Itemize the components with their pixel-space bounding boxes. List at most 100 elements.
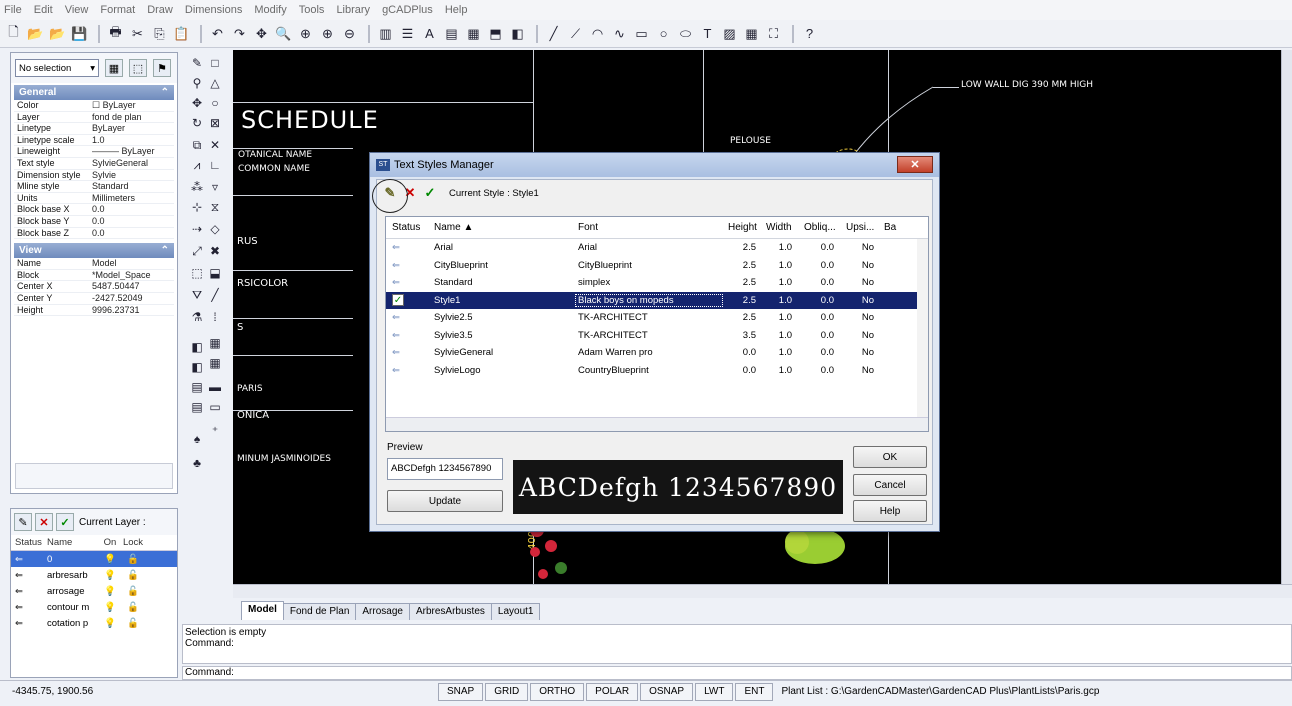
zoom-out-icon[interactable]: ⊖ (340, 24, 359, 43)
property-value[interactable]: Millimeters (89, 193, 174, 204)
scale-icon[interactable]: ⧖ (206, 198, 224, 216)
menu-tools[interactable]: Tools (299, 4, 325, 16)
property-row[interactable]: Units Millimeters (14, 193, 174, 205)
dropper-icon[interactable]: ⚗ (188, 308, 206, 326)
property-row[interactable]: Linetype scale 1.0 (14, 135, 174, 147)
new-layer-icon[interactable]: ✎ (14, 513, 32, 531)
zoom-in-icon[interactable]: ⊕ (318, 24, 337, 43)
line-icon[interactable]: ╱ (544, 24, 563, 43)
dots-icon[interactable]: ⁞ (206, 308, 224, 326)
ellipse-icon[interactable]: ⊠ (206, 114, 224, 132)
col-width[interactable]: Width (760, 222, 798, 233)
status-osnap-button[interactable]: OSNAP (640, 682, 694, 701)
polyline-icon[interactable]: ⟋ (566, 24, 585, 43)
property-value[interactable]: 9996.23731 (89, 305, 174, 316)
angle-icon[interactable]: ∟ (206, 156, 224, 174)
property-value[interactable]: -2427.52049 (89, 293, 174, 304)
property-row[interactable]: Center X 5487.50447 (14, 281, 174, 293)
property-value[interactable]: SylvieGeneral (89, 158, 174, 169)
lightbulb-icon[interactable]: 💡 (99, 602, 121, 613)
select-objects-icon[interactable]: ⬚ (129, 59, 147, 77)
style-row[interactable]: ⇐ Arial Arial 2.5 1.0 0.0 No (386, 239, 928, 257)
style-row[interactable]: ⇐ CityBlueprint CityBlueprint 2.5 1.0 0.0 No (386, 257, 928, 275)
vertical-scrollbar[interactable] (1281, 50, 1292, 584)
lock-icon[interactable]: 🔓 (121, 586, 145, 597)
copy-icon[interactable]: ⎘ (150, 24, 169, 43)
lightbulb-icon[interactable]: 💡 (99, 586, 121, 597)
property-value[interactable]: 0.0 (89, 204, 174, 215)
brush-icon[interactable]: ╱ (206, 286, 224, 304)
property-row[interactable]: Name Model (14, 258, 174, 270)
tag-icon[interactable]: ⁺ (206, 422, 224, 440)
trim-icon[interactable]: ⊹ (188, 198, 206, 216)
property-value[interactable]: 5487.50447 (89, 281, 174, 292)
property-row[interactable]: Layer fond de plan (14, 112, 174, 124)
quick-select-icon[interactable]: ▦ (105, 59, 123, 77)
style-row[interactable]: ✓ Style1 Black boys on mopeds 2.5 1.0 0.0 No (386, 291, 928, 309)
lock-icon[interactable]: 🔓 (121, 618, 145, 629)
grid-icon[interactable]: ▦ (206, 334, 224, 352)
block-icon[interactable]: ◧ (508, 24, 527, 43)
layer-icon[interactable]: ◧ (188, 338, 206, 356)
ok-button[interactable]: OK (853, 446, 927, 468)
plant-icon[interactable]: ♠ (188, 430, 206, 448)
style-row[interactable]: ⇐ Sylvie3.5 TK-ARCHITECT 3.5 1.0 0.0 No (386, 327, 928, 345)
offset-icon[interactable]: ⁂ (188, 178, 206, 196)
layer-row[interactable]: ⇐ contour m 💡 🔓 (11, 599, 177, 615)
layer-header-status[interactable]: Status (11, 537, 47, 548)
view-section-header[interactable]: View ⌃ (14, 243, 174, 259)
lightbulb-icon[interactable]: 💡 (99, 618, 121, 629)
set-current-style-icon[interactable]: ✓ (421, 184, 439, 202)
command-input[interactable]: Command: (182, 666, 1292, 680)
property-row[interactable]: Dimension style Sylvie (14, 170, 174, 182)
print-icon[interactable]: 🖶 (106, 24, 125, 43)
layer-header-lock[interactable]: Lock (121, 537, 145, 548)
text-icon[interactable]: A (420, 24, 439, 43)
delete-icon[interactable]: ✖ (206, 242, 224, 260)
layer2-icon[interactable]: ◧ (188, 358, 206, 376)
status-polar-button[interactable]: POLAR (586, 682, 639, 701)
block2-icon[interactable]: ▬ (206, 378, 224, 396)
diamond-icon[interactable]: ◇ (206, 220, 224, 238)
copy-icon[interactable]: ⧉ (188, 136, 206, 154)
menu-dimensions[interactable]: Dimensions (185, 4, 242, 16)
block3-icon[interactable]: ▭ (206, 398, 224, 416)
menu-edit[interactable]: Edit (34, 4, 53, 16)
property-value[interactable]: Sylvie (89, 170, 174, 181)
stretch-icon[interactable]: ⤢ (188, 242, 206, 260)
insert-icon[interactable]: ⬒ (486, 24, 505, 43)
mirror-icon[interactable]: ⩘ (188, 156, 206, 174)
redo-icon[interactable]: ↷ (230, 24, 249, 43)
layer-row[interactable]: ⇐ arrosage 💡 🔓 (11, 583, 177, 599)
status-grid-button[interactable]: GRID (485, 682, 529, 701)
cancel-button[interactable]: Cancel (853, 474, 927, 496)
style-row[interactable]: ⇐ SylvieGeneral Adam Warren pro 0.0 1.0 0.0 No (386, 344, 928, 362)
property-row[interactable]: Color ☐ ByLayer (14, 100, 174, 112)
layer-header-name[interactable]: Name (47, 537, 99, 548)
arc-icon[interactable]: ◠ (588, 24, 607, 43)
delete-layer-icon[interactable]: ✕ (35, 513, 53, 531)
hatch-icon[interactable]: ▨ (720, 24, 739, 43)
zoom-extents-icon[interactable]: ⛶ (764, 24, 783, 43)
property-row[interactable]: Block base Y 0.0 (14, 216, 174, 228)
tab-arbresarbustes[interactable]: ArbresArbustes (408, 603, 492, 620)
tab-model[interactable]: Model (241, 601, 284, 620)
lightbulb-icon[interactable]: 💡 (99, 570, 121, 581)
pick-add-icon[interactable]: ⚑ (153, 59, 171, 77)
ellipse-icon[interactable]: ⬭ (676, 24, 695, 43)
menu-view[interactable]: View (65, 4, 89, 16)
status-lwt-button[interactable]: LWT (695, 682, 734, 701)
col-font[interactable]: Font (576, 222, 722, 233)
col-oblique[interactable]: Obliq... (798, 222, 840, 233)
table-horizontal-scrollbar[interactable] (386, 417, 928, 431)
text-tool-icon[interactable]: T (698, 24, 717, 43)
property-value[interactable]: *Model_Space (89, 270, 174, 281)
layer-row[interactable]: ⇐ cotation p 💡 🔓 (11, 615, 177, 631)
property-row[interactable]: Center Y -2427.52049 (14, 293, 174, 305)
layers-icon[interactable]: ▥ (376, 24, 395, 43)
set-current-icon[interactable]: ✓ (56, 513, 74, 531)
status-ortho-button[interactable]: ORTHO (530, 682, 585, 701)
menu-file[interactable]: File (4, 4, 22, 16)
undo-icon[interactable]: ↶ (208, 24, 227, 43)
zoom-window-icon[interactable]: ⊕ (296, 24, 315, 43)
